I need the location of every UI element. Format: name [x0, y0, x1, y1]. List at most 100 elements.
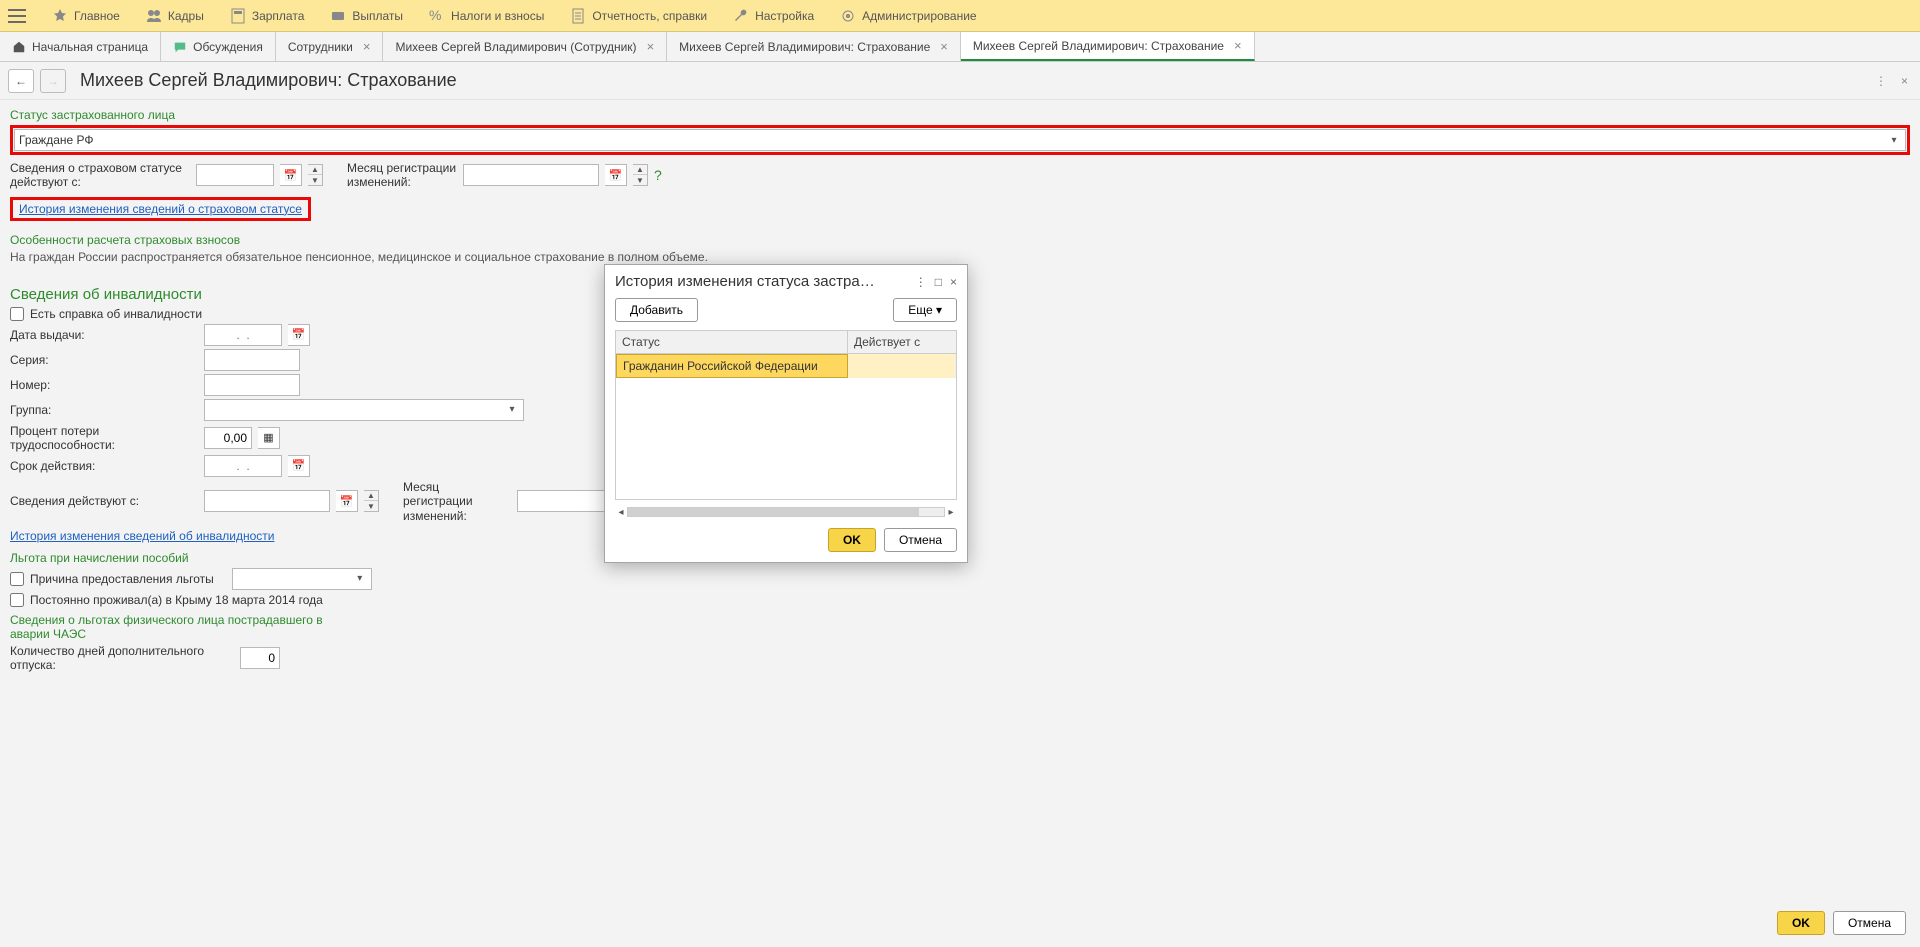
header-more-icon[interactable]: ⋮: [1871, 70, 1891, 92]
tab-insurance-1-label: Михеев Сергей Владимирович: Страхование: [679, 40, 930, 54]
benefit-reason-dropdown[interactable]: ▾: [232, 568, 372, 590]
tab-home-label: Начальная страница: [32, 40, 148, 54]
header-close-icon[interactable]: ×: [1897, 70, 1912, 92]
calendar-icon[interactable]: 📅: [288, 324, 310, 346]
col-effective[interactable]: Действует с: [848, 331, 956, 353]
dialog-hscroll[interactable]: ◂ ▸: [615, 506, 957, 518]
effective-from-input[interactable]: [196, 164, 274, 186]
effective-from-label: Сведения о страховом статусе действуют с…: [10, 161, 190, 190]
tab-employee-card-label: Михеев Сергей Владимирович (Сотрудник): [395, 40, 636, 54]
calc-icon: [230, 8, 246, 24]
tab-home[interactable]: Начальная страница: [0, 32, 161, 61]
close-icon[interactable]: ×: [940, 39, 948, 54]
tab-insurance-1[interactable]: Михеев Сергей Владимирович: Страхование …: [667, 32, 961, 61]
menu-admin[interactable]: Администрирование: [834, 4, 982, 28]
close-icon[interactable]: ×: [1234, 38, 1242, 53]
number-input[interactable]: [204, 374, 300, 396]
crimea-checkbox[interactable]: [10, 593, 24, 607]
menu-settings-label: Настройка: [755, 9, 814, 23]
help-icon[interactable]: ?: [654, 167, 662, 183]
benefit-reason-checkbox[interactable]: [10, 572, 24, 586]
menu-salary-label: Зарплата: [252, 9, 305, 23]
ok-button[interactable]: OK: [1777, 911, 1825, 935]
col-status[interactable]: Статус: [616, 331, 848, 353]
dialog-titlebar: История изменения статуса застра… ⋮ □ ×: [605, 265, 967, 298]
star-icon: [52, 8, 68, 24]
menu-taxes-label: Налоги и взносы: [451, 9, 544, 23]
series-input[interactable]: [204, 349, 300, 371]
home-icon: [12, 40, 26, 54]
disability-history-link[interactable]: История изменения сведений об инвалиднос…: [10, 529, 275, 543]
dialog-close-icon[interactable]: ×: [950, 275, 957, 289]
chevron-down-icon[interactable]: ▾: [1885, 131, 1903, 149]
effective-from-row: Сведения о страховом статусе действуют с…: [10, 161, 1910, 190]
chevron-down-icon: ▾: [936, 303, 942, 317]
features-note: На граждан России распространяется обяза…: [10, 250, 1910, 264]
extra-days-input[interactable]: [240, 647, 280, 669]
group-dropdown[interactable]: ▾: [204, 399, 524, 421]
chaes-title: Сведения о льготах физического лица пост…: [10, 613, 350, 641]
table-row[interactable]: Гражданин Российской Федерации: [616, 354, 956, 378]
reg-month-input[interactable]: [463, 164, 599, 186]
insurance-history-link[interactable]: История изменения сведений о страховом с…: [19, 202, 302, 216]
spin-buttons[interactable]: ▲▼: [364, 490, 379, 512]
dialog-table: Статус Действует с Гражданин Российской …: [615, 330, 957, 500]
calendar-icon[interactable]: 📅: [288, 455, 310, 477]
reg-month-label: Месяц регистрации изменений:: [347, 161, 457, 190]
dialog-maximize-icon[interactable]: □: [935, 275, 942, 289]
menu-salary[interactable]: Зарплата: [224, 4, 311, 28]
menu-payments[interactable]: Выплаты: [324, 4, 409, 28]
scroll-thumb[interactable]: [628, 508, 919, 516]
menu-hr[interactable]: Кадры: [140, 4, 210, 28]
calendar-icon[interactable]: 📅: [605, 164, 627, 186]
has-certificate-checkbox[interactable]: [10, 307, 24, 321]
issue-date-input[interactable]: [204, 324, 282, 346]
validity-input[interactable]: [204, 455, 282, 477]
tab-discussions[interactable]: Обсуждения: [161, 32, 276, 61]
back-button[interactable]: ←: [8, 69, 34, 93]
scroll-right-icon[interactable]: ▸: [945, 507, 957, 518]
dialog-tbody: Гражданин Российской Федерации: [616, 354, 956, 499]
info-effective-input[interactable]: [204, 490, 330, 512]
spin-buttons[interactable]: ▲▼: [308, 164, 323, 186]
status-section-title: Статус застрахованного лица: [10, 108, 1910, 122]
menu-settings[interactable]: Настройка: [727, 4, 820, 28]
loss-percent-label: Процент потери трудоспособности:: [10, 424, 198, 452]
dialog-more-button[interactable]: Еще ▾: [893, 298, 957, 322]
loss-percent-input[interactable]: [204, 427, 252, 449]
dialog-more-icon[interactable]: ⋮: [915, 275, 927, 289]
tab-employee-card[interactable]: Михеев Сергей Владимирович (Сотрудник) ×: [383, 32, 667, 61]
dialog-add-button[interactable]: Добавить: [615, 298, 698, 322]
close-icon[interactable]: ×: [363, 39, 371, 54]
hamburger-icon[interactable]: [8, 9, 26, 23]
status-dropdown[interactable]: Граждане РФ ▾: [14, 129, 1906, 151]
menu-reports[interactable]: Отчетность, справки: [564, 4, 713, 28]
dialog-toolbar: Добавить Еще ▾: [605, 298, 967, 330]
menu-main[interactable]: Главное: [46, 4, 126, 28]
percent-icon: %: [429, 8, 445, 24]
dialog-more-label: Еще: [908, 303, 932, 317]
tabs-bar: Начальная страница Обсуждения Сотрудники…: [0, 32, 1920, 62]
row-date: [848, 354, 956, 378]
cancel-button[interactable]: Отмена: [1833, 911, 1906, 935]
spin-buttons[interactable]: ▲▼: [633, 164, 648, 186]
calendar-icon[interactable]: 📅: [336, 490, 358, 512]
calendar-icon[interactable]: 📅: [280, 164, 302, 186]
chevron-down-icon[interactable]: ▾: [503, 401, 521, 419]
menu-payments-label: Выплаты: [352, 9, 403, 23]
dialog-cancel-button[interactable]: Отмена: [884, 528, 957, 552]
close-icon[interactable]: ×: [647, 39, 655, 54]
menu-taxes[interactable]: % Налоги и взносы: [423, 4, 550, 28]
features-title: Особенности расчета страховых взносов: [10, 233, 1910, 247]
crimea-label: Постоянно проживал(а) в Крыму 18 марта 2…: [30, 593, 323, 607]
tab-insurance-2[interactable]: Михеев Сергей Владимирович: Страхование …: [961, 32, 1255, 61]
chevron-down-icon[interactable]: ▾: [351, 570, 369, 588]
scroll-left-icon[interactable]: ◂: [615, 507, 627, 518]
forward-button[interactable]: →: [40, 69, 66, 93]
tab-employees[interactable]: Сотрудники ×: [276, 32, 384, 61]
page-header: ← → Михеев Сергей Владимирович: Страхова…: [0, 62, 1920, 100]
dialog-ok-button[interactable]: OK: [828, 528, 876, 552]
dialog-title: История изменения статуса застра…: [615, 273, 909, 290]
calc-icon[interactable]: ▦: [258, 427, 280, 449]
benefit-reason-label: Причина предоставления льготы: [30, 572, 214, 586]
